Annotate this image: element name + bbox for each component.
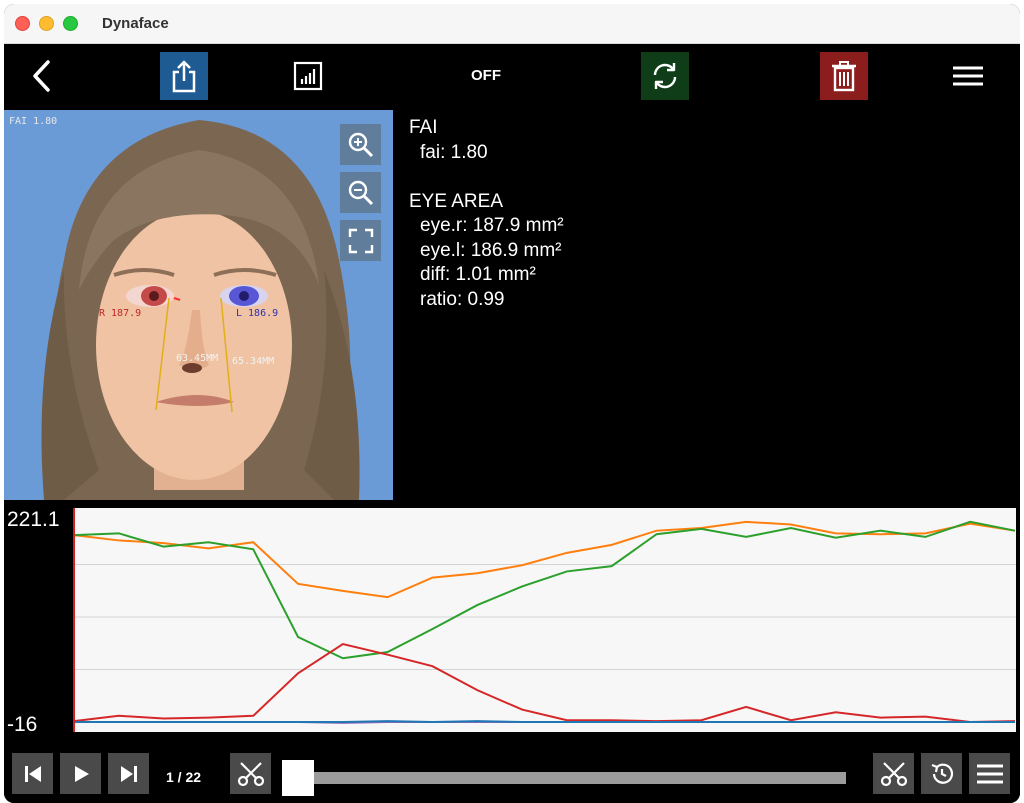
- overlay-toggle[interactable]: OFF: [456, 67, 516, 84]
- zoom-window-button[interactable]: [63, 16, 78, 31]
- delete-button[interactable]: [820, 52, 868, 100]
- skip-previous-icon: [24, 765, 41, 782]
- chart-series-line: [74, 720, 1015, 724]
- close-window-button[interactable]: [15, 16, 30, 31]
- back-button[interactable]: [18, 52, 66, 100]
- previous-frame-button[interactable]: [12, 753, 53, 794]
- playback-menu-button[interactable]: [969, 753, 1010, 794]
- share-icon: [172, 60, 196, 93]
- frame-slider-thumb[interactable]: [282, 760, 314, 796]
- refresh-icon: [653, 63, 677, 89]
- fai-overlay-label: FAI 1.80: [9, 116, 58, 127]
- fai-header: FAI: [409, 117, 438, 138]
- play-button[interactable]: [60, 753, 101, 794]
- measurements-panel: FAI fai: 1.80 EYE AREA eye.r: 187.9 mm² …: [409, 116, 564, 312]
- play-icon: [74, 765, 89, 782]
- scissors-icon: [237, 761, 264, 786]
- y-axis-min-label: -16: [7, 713, 38, 736]
- app-window: Dynaface OFF FAI 1.80 R 187.9 L 186.9 63…: [4, 4, 1020, 803]
- chart-plot-background: [74, 508, 1016, 732]
- cut-button[interactable]: [230, 753, 271, 794]
- refresh-button[interactable]: [641, 52, 689, 100]
- restore-button[interactable]: [921, 753, 962, 794]
- eye-left-value: eye.l: 186.9 mm²: [420, 239, 562, 261]
- hamburger-menu-icon: [953, 66, 983, 86]
- title-bar: Dynaface: [4, 4, 1020, 44]
- restore-icon: [931, 763, 953, 784]
- y-axis-max-label: 221.1: [7, 508, 60, 531]
- frame-slider-track[interactable]: [282, 772, 846, 784]
- trim-button[interactable]: [873, 753, 914, 794]
- playback-bar: 1 / 22: [4, 740, 1020, 803]
- skip-next-icon: [120, 765, 137, 782]
- hamburger-menu-icon: [976, 764, 1003, 783]
- eye-area-header: EYE AREA: [409, 190, 503, 212]
- face-image-view[interactable]: FAI 1.80 R 187.9 L 186.9 63.45MM 65.34MM: [4, 110, 393, 500]
- right-measure-label: 65.34MM: [232, 356, 275, 367]
- face-photo: [4, 110, 393, 500]
- right-eye-label: R 187.9: [99, 308, 142, 319]
- next-frame-button[interactable]: [108, 753, 149, 794]
- zoom-out-button[interactable]: [340, 172, 381, 213]
- window-title: Dynaface: [102, 15, 169, 32]
- share-button[interactable]: [160, 52, 208, 100]
- zoom-out-icon: [348, 180, 373, 205]
- chevron-left-icon: [33, 60, 50, 92]
- zoom-in-button[interactable]: [340, 124, 381, 165]
- frame-counter: 1 / 22: [166, 769, 202, 785]
- bar-chart-icon: [293, 61, 323, 91]
- chart-svg: [73, 508, 1016, 732]
- eye-right-value: eye.r: 187.9 mm²: [420, 215, 564, 236]
- scissors-icon: [880, 761, 907, 786]
- main-menu-button[interactable]: [944, 52, 992, 100]
- zoom-in-icon: [348, 132, 373, 157]
- eye-diff-value: diff: 1.01 mm²: [420, 264, 536, 285]
- chart-button[interactable]: [284, 52, 332, 100]
- fullscreen-button[interactable]: [340, 220, 381, 261]
- minimize-window-button[interactable]: [39, 16, 54, 31]
- left-measure-label: 63.45MM: [176, 353, 219, 364]
- measurement-chart[interactable]: 221.1 -16: [4, 500, 1020, 740]
- fullscreen-icon: [348, 228, 373, 253]
- trash-icon: [832, 61, 856, 92]
- fai-value: fai: 1.80: [420, 141, 488, 163]
- top-toolbar: OFF: [4, 44, 1020, 110]
- left-eye-label: L 186.9: [236, 308, 279, 319]
- eye-ratio-value: ratio: 0.99: [420, 288, 505, 310]
